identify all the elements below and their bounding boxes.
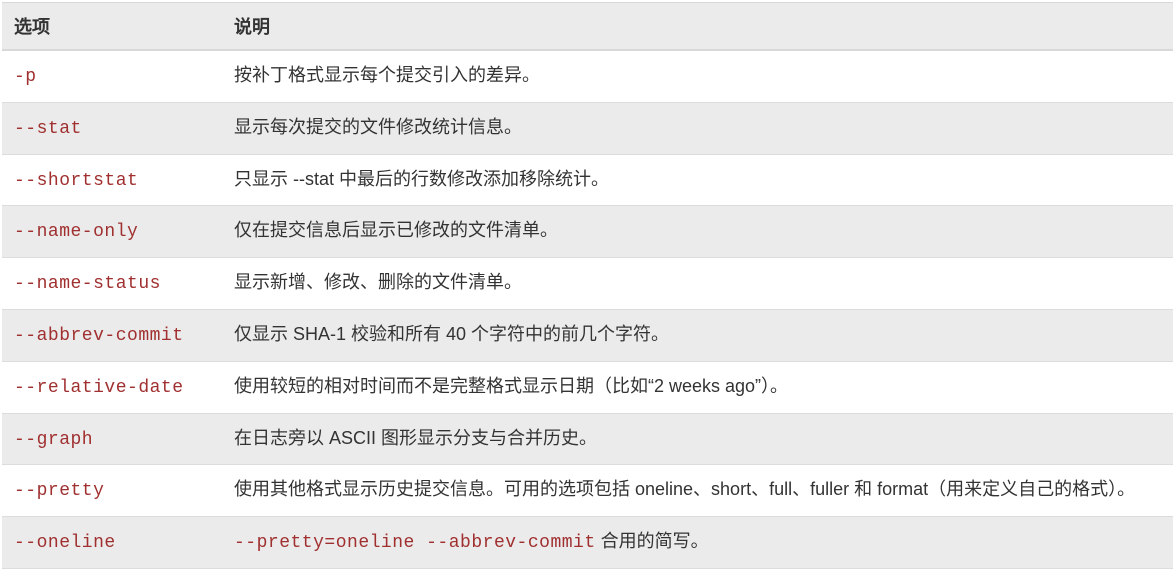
option-code: --abbrev-commit: [14, 326, 184, 346]
description-code: --pretty=oneline --abbrev-commit: [234, 533, 596, 553]
description-cell: 只显示 --stat 中最后的行数修改添加移除统计。: [222, 154, 1173, 206]
option-code: --name-status: [14, 274, 161, 294]
table-row: --pretty 使用其他格式显示历史提交信息。可用的选项包括 oneline、s…: [2, 465, 1173, 517]
header-description: 说明: [222, 3, 1173, 51]
table-row: --abbrev-commit 仅显示 SHA-1 校验和所有 40 个字符中的前…: [2, 309, 1173, 361]
description-cell: 显示新增、修改、删除的文件清单。: [222, 258, 1173, 310]
option-cell: --name-status: [2, 258, 222, 310]
option-cell: --shortstat: [2, 154, 222, 206]
description-text: 按补丁格式显示每个提交引入的差异。: [234, 65, 540, 85]
option-cell: --abbrev-commit: [2, 309, 222, 361]
description-text: 只显示 --stat 中最后的行数修改添加移除统计。: [234, 169, 609, 189]
description-text: 仅在提交信息后显示已修改的文件清单。: [234, 220, 558, 240]
table-header-row: 选项 说明: [2, 3, 1173, 51]
table-row: --name-only 仅在提交信息后显示已修改的文件清单。: [2, 206, 1173, 258]
description-cell: 使用较短的相对时间而不是完整格式显示日期（比如“2 weeks ago”）。: [222, 361, 1173, 413]
description-cell: 显示每次提交的文件修改统计信息。: [222, 102, 1173, 154]
description-text: 使用其他格式显示历史提交信息。可用的选项包括 oneline、short、ful…: [234, 479, 1135, 499]
table-row: --oneline --pretty=oneline --abbrev-commi…: [2, 517, 1173, 569]
option-cell: --oneline: [2, 517, 222, 569]
description-cell: 使用其他格式显示历史提交信息。可用的选项包括 oneline、short、ful…: [222, 465, 1173, 517]
table-row: --name-status 显示新增、修改、删除的文件清单。: [2, 258, 1173, 310]
description-text: 使用较短的相对时间而不是完整格式显示日期（比如“2 weeks ago”）。: [234, 376, 788, 396]
table-row: --stat 显示每次提交的文件修改统计信息。: [2, 102, 1173, 154]
git-log-options-table: 选项 说明 -p 按补丁格式显示每个提交引入的差异。 --stat 显示每次提交的文件…: [2, 2, 1173, 569]
table-row: -p 按补丁格式显示每个提交引入的差异。: [2, 50, 1173, 102]
option-cell: --stat: [2, 102, 222, 154]
description-cell: 在日志旁以 ASCII 图形显示分支与合并历史。: [222, 413, 1173, 465]
description-text: 显示每次提交的文件修改统计信息。: [234, 117, 522, 137]
header-option: 选项: [2, 3, 222, 51]
table-row: --shortstat 只显示 --stat 中最后的行数修改添加移除统计。: [2, 154, 1173, 206]
option-cell: -p: [2, 50, 222, 102]
description-cell: 仅显示 SHA-1 校验和所有 40 个字符中的前几个字符。: [222, 309, 1173, 361]
option-code: --graph: [14, 430, 93, 450]
option-code: --oneline: [14, 533, 116, 553]
option-code: --name-only: [14, 222, 138, 242]
option-code: --stat: [14, 119, 82, 139]
option-cell: --graph: [2, 413, 222, 465]
option-code: --shortstat: [14, 171, 138, 191]
option-cell: --relative-date: [2, 361, 222, 413]
description-text: 仅显示 SHA-1 校验和所有 40 个字符中的前几个字符。: [234, 324, 669, 344]
description-cell: --pretty=oneline --abbrev-commit 合用的简写。: [222, 517, 1173, 569]
description-text: 显示新增、修改、删除的文件清单。: [234, 272, 522, 292]
option-code: --pretty: [14, 481, 104, 501]
description-cell: 仅在提交信息后显示已修改的文件清单。: [222, 206, 1173, 258]
description-cell: 按补丁格式显示每个提交引入的差异。: [222, 50, 1173, 102]
option-cell: --name-only: [2, 206, 222, 258]
description-text: 合用的简写。: [596, 531, 709, 551]
table-row: --relative-date 使用较短的相对时间而不是完整格式显示日期（比如“2…: [2, 361, 1173, 413]
description-text: 在日志旁以 ASCII 图形显示分支与合并历史。: [234, 428, 597, 448]
option-cell: --pretty: [2, 465, 222, 517]
option-code: -p: [14, 67, 37, 87]
option-code: --relative-date: [14, 378, 184, 398]
table-row: --graph 在日志旁以 ASCII 图形显示分支与合并历史。: [2, 413, 1173, 465]
